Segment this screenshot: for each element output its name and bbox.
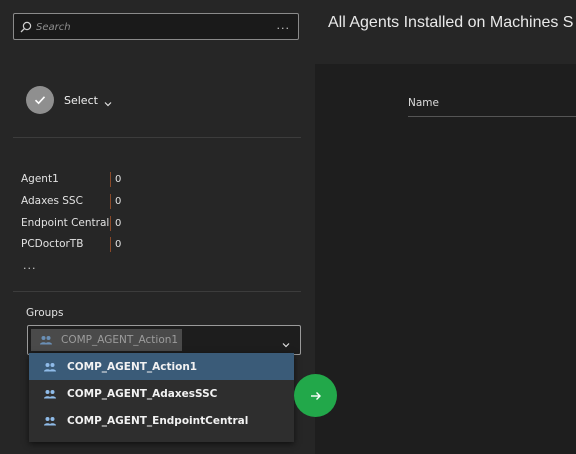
agent-name: Adaxes SSC: [21, 195, 83, 207]
group-option-label: COMP_AGENT_EndpointCentral: [67, 414, 249, 427]
agent-name: Agent1: [21, 173, 59, 185]
page-title: All Agents Installed on Machines S: [328, 14, 574, 31]
apply-button[interactable]: [294, 374, 337, 417]
agent-count: 0: [115, 238, 122, 250]
divider: [13, 137, 301, 138]
agent-name: PCDoctorTB: [21, 238, 84, 250]
agent-row: Adaxes SSC 0: [21, 193, 121, 209]
agent-count: 0: [115, 195, 122, 207]
group-icon: [43, 362, 57, 372]
results-panel: [315, 64, 576, 454]
group-icon: [43, 389, 57, 399]
agent-separator: [110, 215, 111, 231]
group-icon: [39, 335, 53, 345]
chevron-down-icon[interactable]: [282, 338, 290, 348]
search-icon: [20, 21, 32, 33]
groups-select[interactable]: COMP_AGENT_Action1: [27, 325, 301, 355]
search-input[interactable]: [36, 19, 266, 35]
agent-separator: [110, 236, 111, 252]
agent-count: 0: [115, 217, 122, 229]
check-icon: [26, 86, 54, 114]
column-header-underline: [408, 116, 576, 117]
agent-count: 0: [115, 173, 122, 185]
group-icon: [43, 416, 57, 426]
agent-row: PCDoctorTB 0: [21, 236, 121, 252]
agent-separator: [110, 171, 111, 187]
agent-separator: [110, 193, 111, 209]
selected-group-chip[interactable]: COMP_AGENT_Action1: [31, 329, 182, 351]
selected-group-label: COMP_AGENT_Action1: [61, 334, 179, 346]
group-option[interactable]: COMP_AGENT_EndpointCentral: [29, 407, 294, 434]
agent-name: Endpoint Central: [21, 217, 110, 229]
arrow-right-icon: [310, 391, 322, 401]
agent-row: Endpoint Central 0: [21, 215, 121, 231]
chevron-down-icon: [104, 97, 112, 107]
divider: [13, 291, 301, 292]
agent-row: Agent1 0: [21, 171, 121, 187]
column-header-name[interactable]: Name: [408, 97, 439, 109]
group-option-label: COMP_AGENT_AdaxesSSC: [67, 387, 218, 400]
select-label: Select: [64, 93, 98, 107]
search-more-button[interactable]: ...: [277, 19, 291, 32]
group-option-label: COMP_AGENT_Action1: [67, 360, 198, 373]
groups-dropdown-list: COMP_AGENT_Action1 COMP_AGENT_AdaxesSSC …: [29, 353, 294, 442]
group-option[interactable]: COMP_AGENT_AdaxesSSC: [29, 380, 294, 407]
search-box[interactable]: ...: [13, 13, 299, 40]
select-button[interactable]: Select: [26, 86, 112, 114]
show-more-agents[interactable]: ...: [23, 259, 37, 272]
groups-label: Groups: [26, 307, 64, 319]
group-option[interactable]: COMP_AGENT_Action1: [29, 353, 294, 380]
